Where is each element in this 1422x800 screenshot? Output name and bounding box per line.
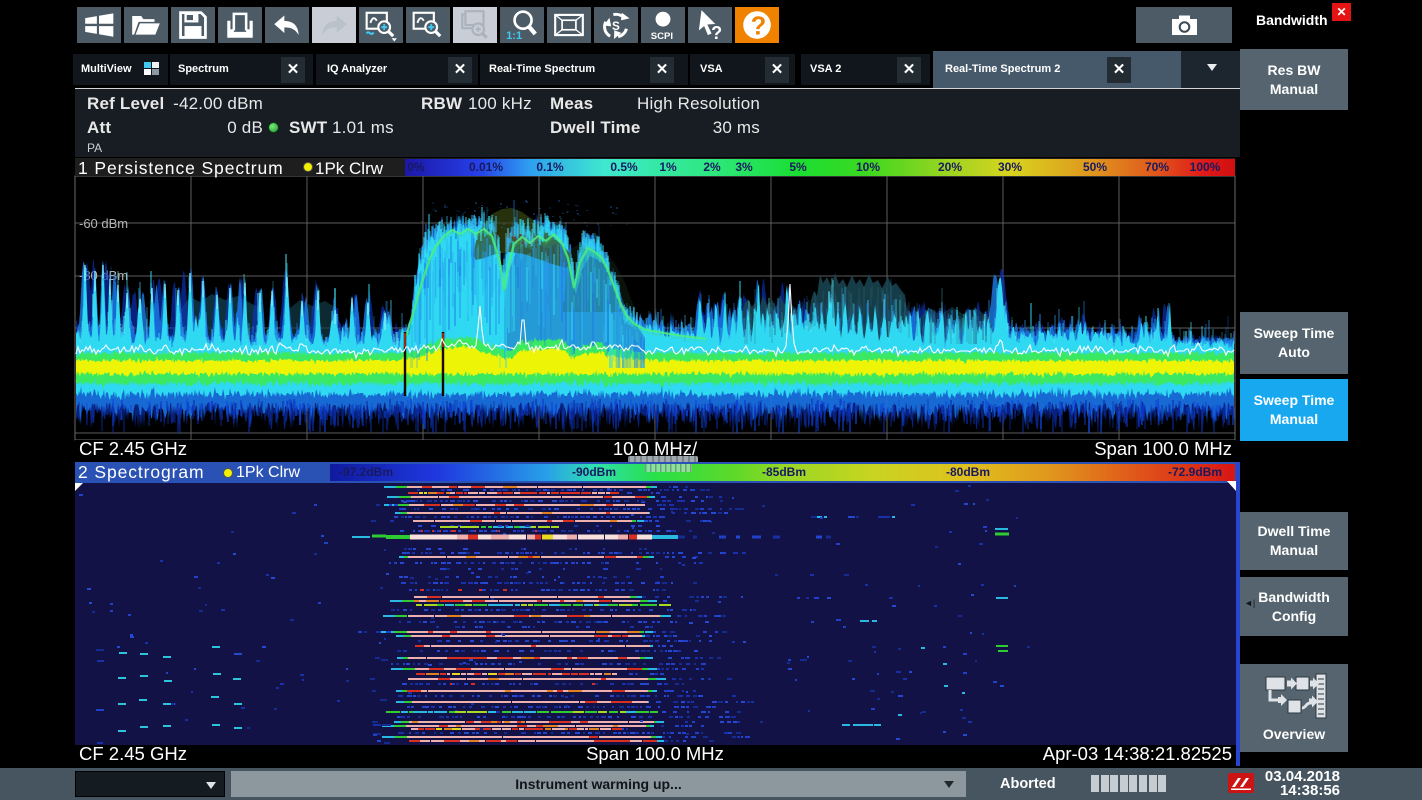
svg-text:-60 dBm: -60 dBm <box>79 216 128 231</box>
